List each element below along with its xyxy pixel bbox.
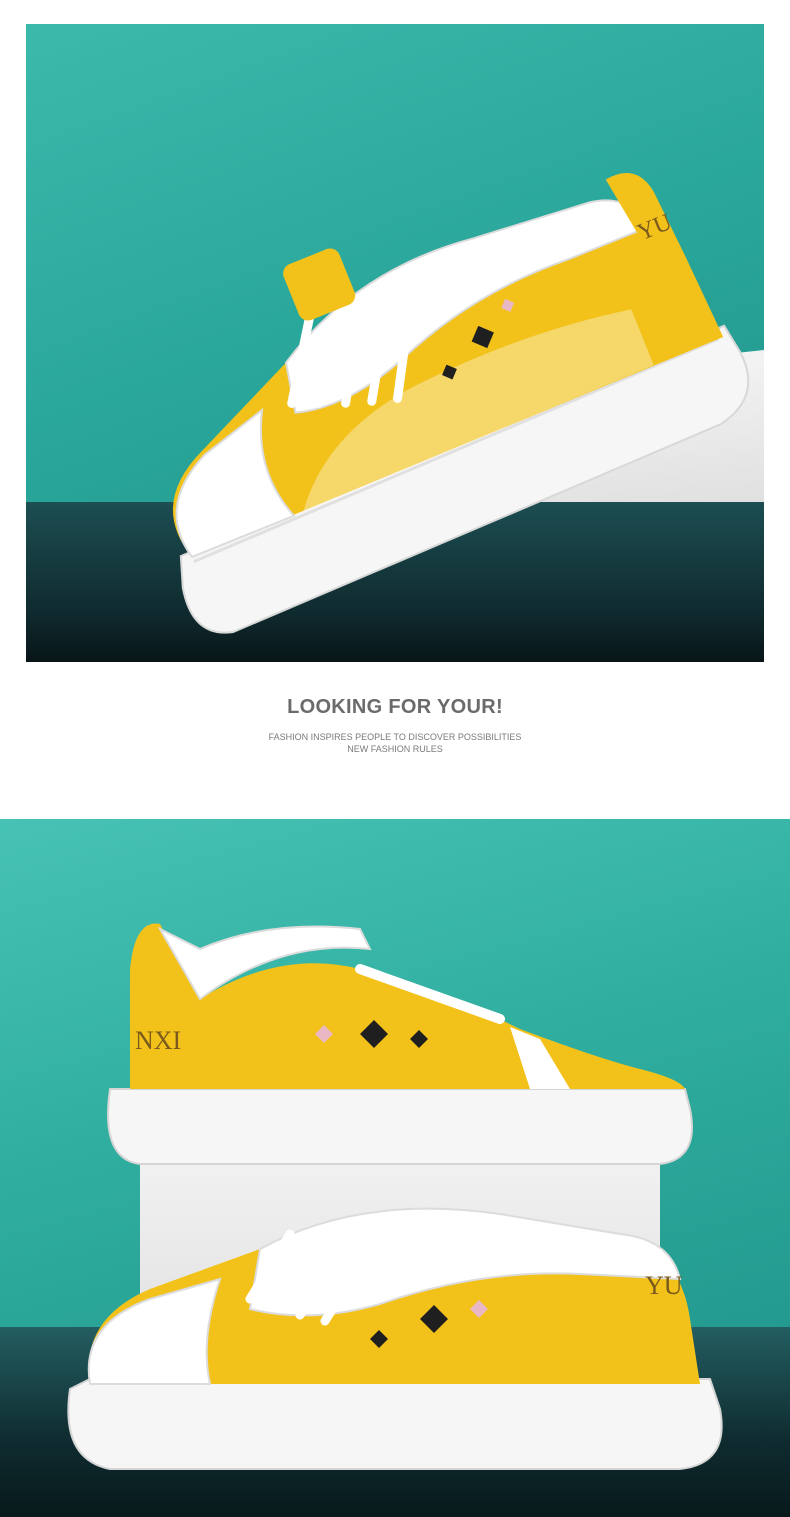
- sneaker-image: YU: [172, 172, 750, 634]
- subline-1: FASHION INSPIRES PEOPLE TO DISCOVER POSS…: [268, 732, 522, 742]
- subline-2: NEW FASHION RULES: [347, 744, 443, 754]
- subline-text: FASHION INSPIRES PEOPLE TO DISCOVER POSS…: [0, 731, 790, 755]
- svg-text:YU: YU: [645, 1271, 683, 1300]
- product-photo-bottom: NXI YU: [0, 819, 790, 1517]
- product-page: YU LOOKING FOR YOUR! FASHION INSPIRES PE…: [0, 0, 790, 1517]
- svg-text:NXI: NXI: [135, 1026, 181, 1055]
- product-caption: LOOKING FOR YOUR! FASHION INSPIRES PEOPL…: [0, 696, 790, 755]
- headline-text: LOOKING FOR YOUR!: [287, 696, 503, 718]
- sneaker-image-front: YU: [67, 1207, 723, 1470]
- product-photo-top: YU: [26, 24, 764, 662]
